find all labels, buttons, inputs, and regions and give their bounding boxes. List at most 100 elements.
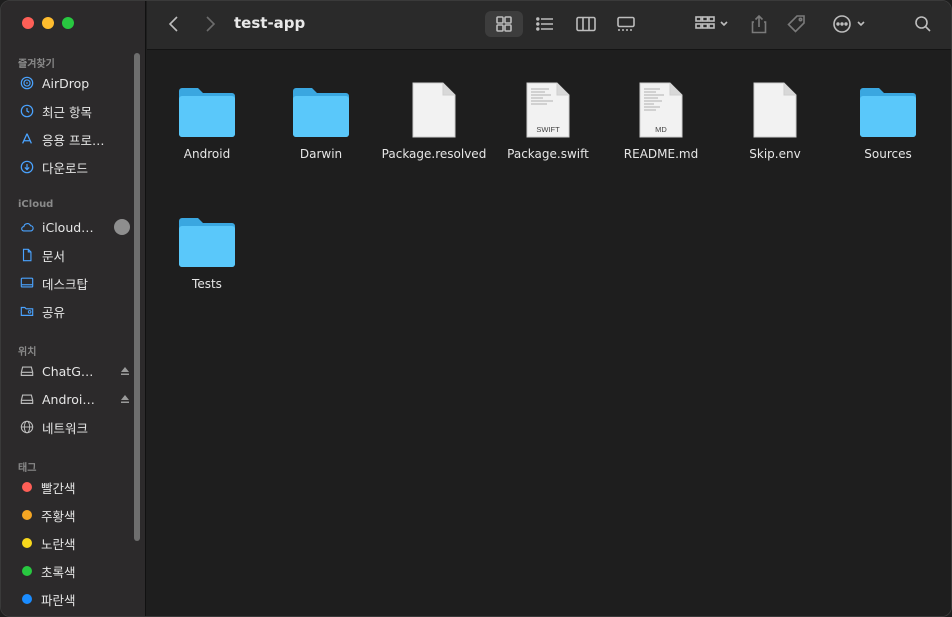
file-name: Android (183, 147, 231, 161)
sidebar-item-label: AirDrop (42, 75, 90, 91)
section-favorites: 즐겨찾기 (18, 59, 55, 70)
markdown-file-icon: MD (629, 75, 693, 139)
file-name: Skip.env (749, 147, 801, 161)
chevron-down-icon (857, 21, 865, 27)
file-item-tests[interactable]: Tests (150, 205, 264, 313)
section-locations: 위치 (18, 347, 37, 358)
shared-folder-icon (19, 303, 35, 319)
toolbar: test-app (147, 1, 951, 50)
sidebar-item-recents[interactable]: 최근 항목 (11, 99, 133, 123)
folder-icon (175, 205, 239, 269)
share-button[interactable] (747, 11, 771, 37)
ellipsis-circle-icon (833, 15, 851, 33)
forward-button[interactable] (199, 11, 221, 37)
download-icon (19, 159, 35, 175)
file-name: README.md (623, 147, 699, 161)
file-name: Package.resolved (381, 147, 487, 161)
sidebar-item-label: 노란색 (41, 536, 76, 552)
drive-icon (19, 363, 35, 379)
sidebar-item-label: 응용 프로… (42, 132, 105, 148)
sidebar-tag-yellow[interactable]: 노란색 (11, 531, 133, 555)
file-item-package-swift[interactable]: SWIFT Package.swift (491, 75, 605, 183)
sidebar-item-label: ChatG… (42, 363, 94, 379)
file-name: Tests (192, 277, 222, 291)
sidebar-item-applications[interactable]: 응용 프로… (11, 127, 133, 151)
share-icon (751, 14, 767, 34)
sidebar-item-label: 다운로드 (42, 160, 89, 176)
sidebar-item-label: iCloud… (42, 219, 94, 235)
tag-color-dot (22, 538, 32, 548)
document-icon (743, 75, 807, 139)
grid-icon (496, 16, 512, 32)
file-browser-content: Android Darwin Package.resolved SWIFT Pa… (147, 51, 951, 616)
tag-color-dot (22, 566, 32, 576)
list-view-button[interactable] (533, 11, 557, 37)
group-by-button[interactable] (692, 11, 732, 37)
sidebar-scrollbar[interactable] (134, 53, 140, 541)
sidebar-item-desktop[interactable]: 데스크탑 (11, 271, 133, 295)
list-icon (536, 17, 553, 31)
finder-window: 즐겨찾기 AirDrop 최근 항목 응용 프로… 다운로드 iCloud iC… (0, 0, 952, 617)
icloud-progress-indicator (114, 219, 130, 235)
swift-file-icon: SWIFT (516, 75, 580, 139)
back-button[interactable] (163, 11, 185, 37)
sidebar-item-shared[interactable]: 공유 (11, 299, 133, 323)
file-item-skip-env[interactable]: Skip.env (718, 75, 832, 183)
sidebar-item-chatgpt-volume[interactable]: ChatG… (11, 359, 133, 383)
sidebar-item-airdrop[interactable]: AirDrop (11, 71, 133, 95)
file-item-darwin[interactable]: Darwin (264, 75, 378, 183)
sidebar-item-label: 빨간색 (41, 480, 76, 496)
close-button[interactable] (22, 17, 34, 29)
document-icon (19, 247, 35, 263)
sidebar-item-icloud-drive[interactable]: iCloud… (11, 215, 133, 239)
sidebar-tag-blue[interactable]: 파란색 (11, 587, 133, 611)
file-item-android[interactable]: Android (150, 75, 264, 183)
sidebar-item-network[interactable]: 네트워크 (11, 415, 133, 439)
file-item-package-resolved[interactable]: Package.resolved (377, 75, 491, 183)
gallery-view-button[interactable] (614, 11, 638, 37)
sidebar: 즐겨찾기 AirDrop 최근 항목 응용 프로… 다운로드 iCloud iC… (1, 1, 146, 616)
sidebar-item-label: 네트워크 (42, 420, 89, 436)
applications-icon (19, 131, 35, 147)
file-name: Sources (864, 147, 912, 161)
sidebar-item-documents[interactable]: 문서 (11, 243, 133, 267)
window-title: test-app (234, 14, 306, 32)
sidebar-tag-red[interactable]: 빨간색 (11, 475, 133, 499)
minimize-button[interactable] (42, 17, 54, 29)
folder-icon (289, 75, 353, 139)
window-controls (22, 17, 74, 29)
more-actions-button[interactable] (829, 11, 869, 37)
sidebar-item-downloads[interactable]: 다운로드 (11, 155, 133, 179)
sidebar-item-android-volume[interactable]: Androi… (11, 387, 133, 411)
drive-icon (19, 391, 35, 407)
tag-icon (787, 15, 805, 33)
file-badge: SWIFT (536, 125, 560, 134)
sidebar-tag-orange[interactable]: 주황색 (11, 503, 133, 527)
sidebar-tag-green[interactable]: 초록색 (11, 559, 133, 583)
file-item-sources[interactable]: Sources (831, 75, 945, 183)
icon-view-button[interactable] (492, 11, 516, 37)
file-name: Darwin (299, 147, 343, 161)
chevron-left-icon (168, 16, 178, 32)
zoom-button[interactable] (62, 17, 74, 29)
eject-icon[interactable] (119, 393, 131, 408)
tag-color-dot (22, 482, 32, 492)
group-icon (695, 16, 715, 29)
columns-icon (576, 16, 596, 32)
clock-icon (19, 103, 35, 119)
eject-icon[interactable] (119, 365, 131, 380)
chevron-right-icon (206, 16, 216, 32)
airdrop-icon (19, 75, 35, 91)
search-button[interactable] (911, 11, 935, 37)
file-item-readme[interactable]: MD README.md (604, 75, 718, 183)
tag-button[interactable] (785, 11, 809, 37)
tag-color-dot (22, 510, 32, 520)
folder-icon (175, 75, 239, 139)
column-view-button[interactable] (574, 11, 598, 37)
file-badge: MD (655, 125, 667, 134)
sidebar-item-label: 파란색 (41, 592, 76, 608)
file-name: Package.swift (507, 147, 589, 161)
sidebar-item-label: 데스크탑 (42, 276, 89, 292)
sidebar-item-label: Androi… (42, 391, 95, 407)
desktop-icon (19, 275, 35, 291)
